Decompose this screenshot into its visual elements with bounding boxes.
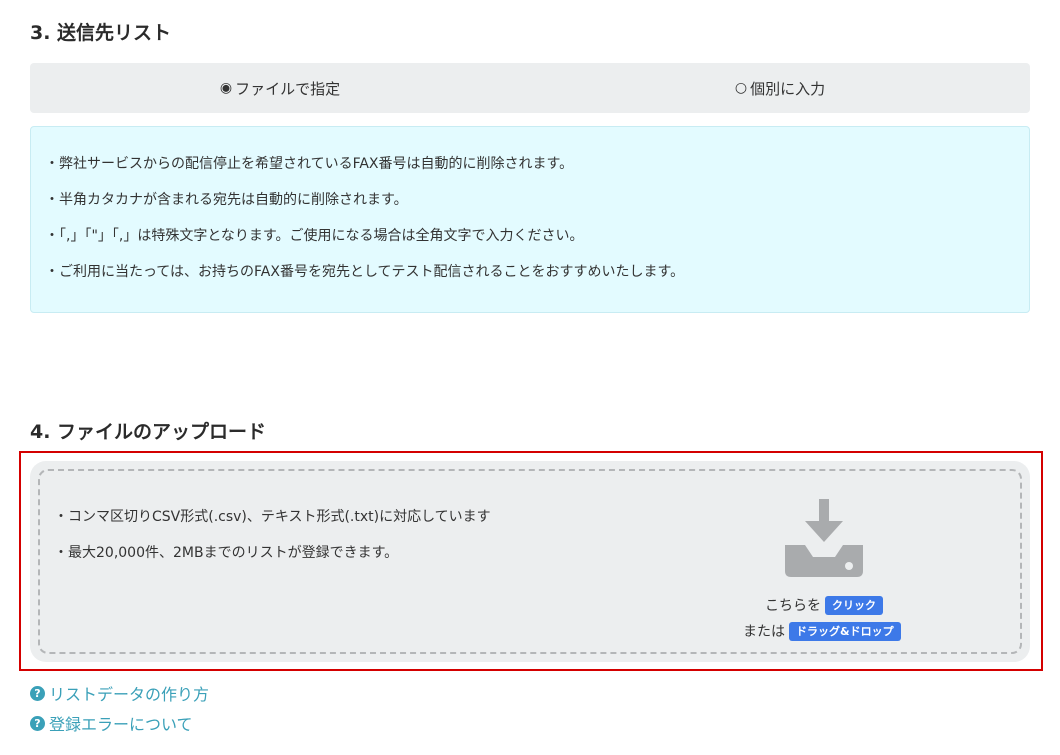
- click-button[interactable]: クリック: [825, 595, 883, 615]
- notice-item: ・半角カタカナが含まれる宛先は自動的に削除されます。: [45, 192, 408, 208]
- radio-selected-icon: ◉: [219, 80, 233, 96]
- help-link-label: 登録エラーについて: [49, 715, 193, 734]
- notice-box: ・弊社サービスからの配信停止を希望されているFAX番号は自動的に削除されます。 …: [30, 126, 1030, 313]
- dropzone-drag-line: または ドラッグ&ドロップ: [743, 621, 901, 641]
- help-link-list-format[interactable]: ? リストデータの作り方: [30, 681, 209, 705]
- section-4-heading: 4. ファイルのアップロード: [30, 421, 267, 443]
- dropzone-notes: ・コンマ区切りCSV形式(.csv)、テキスト形式(.txt)に対応しています …: [54, 507, 491, 579]
- drag-drop-badge: ドラッグ&ドロップ: [789, 621, 901, 641]
- notice-item: ・ご利用に当たっては、お持ちのFAX番号を宛先としてテスト配信されることをおすす…: [45, 264, 685, 280]
- file-dropzone-target[interactable]: ・コンマ区切りCSV形式(.csv)、テキスト形式(.txt)に対応しています …: [38, 469, 1022, 654]
- download-tray-icon: [785, 499, 863, 577]
- question-circle-icon: ?: [30, 685, 45, 701]
- dropzone-note: ・最大20,000件、2MBまでのリストが登録できます。: [54, 545, 399, 561]
- file-dropzone: ・コンマ区切りCSV形式(.csv)、テキスト形式(.txt)に対応しています …: [30, 461, 1030, 662]
- section-3-heading: 3. 送信先リスト: [30, 22, 172, 44]
- radio-unselected-icon: ○: [734, 80, 748, 96]
- question-circle-icon: ?: [30, 715, 45, 731]
- notice-list: ・弊社サービスからの配信停止を希望されているFAX番号は自動的に削除されます。 …: [31, 127, 1029, 282]
- tab-manual-entry-label: 個別に入力: [750, 79, 826, 98]
- dropzone-click-line: こちらを クリック: [765, 595, 883, 615]
- dropzone-drag-prefix: または: [743, 624, 785, 640]
- notice-item: ・弊社サービスからの配信停止を希望されているFAX番号は自動的に削除されます。: [45, 156, 574, 172]
- notice-item: ・「,」「"」「,」は特殊文字となります。ご使用になる場合は全角文字で入力くださ…: [45, 228, 584, 244]
- help-link-label: リストデータの作り方: [49, 685, 210, 704]
- dropzone-note: ・コンマ区切りCSV形式(.csv)、テキスト形式(.txt)に対応しています: [54, 509, 491, 525]
- tab-file-label: ファイルで指定: [235, 79, 341, 98]
- help-link-registration-errors[interactable]: ? 登録エラーについて: [30, 711, 193, 735]
- tab-manual-entry[interactable]: ○ 個別に入力: [530, 63, 1030, 113]
- recipient-source-tabs: ◉ ファイルで指定 ○ 個別に入力: [30, 63, 1030, 113]
- tab-file[interactable]: ◉ ファイルで指定: [30, 63, 530, 113]
- dropzone-click-prefix: こちらを: [765, 598, 821, 614]
